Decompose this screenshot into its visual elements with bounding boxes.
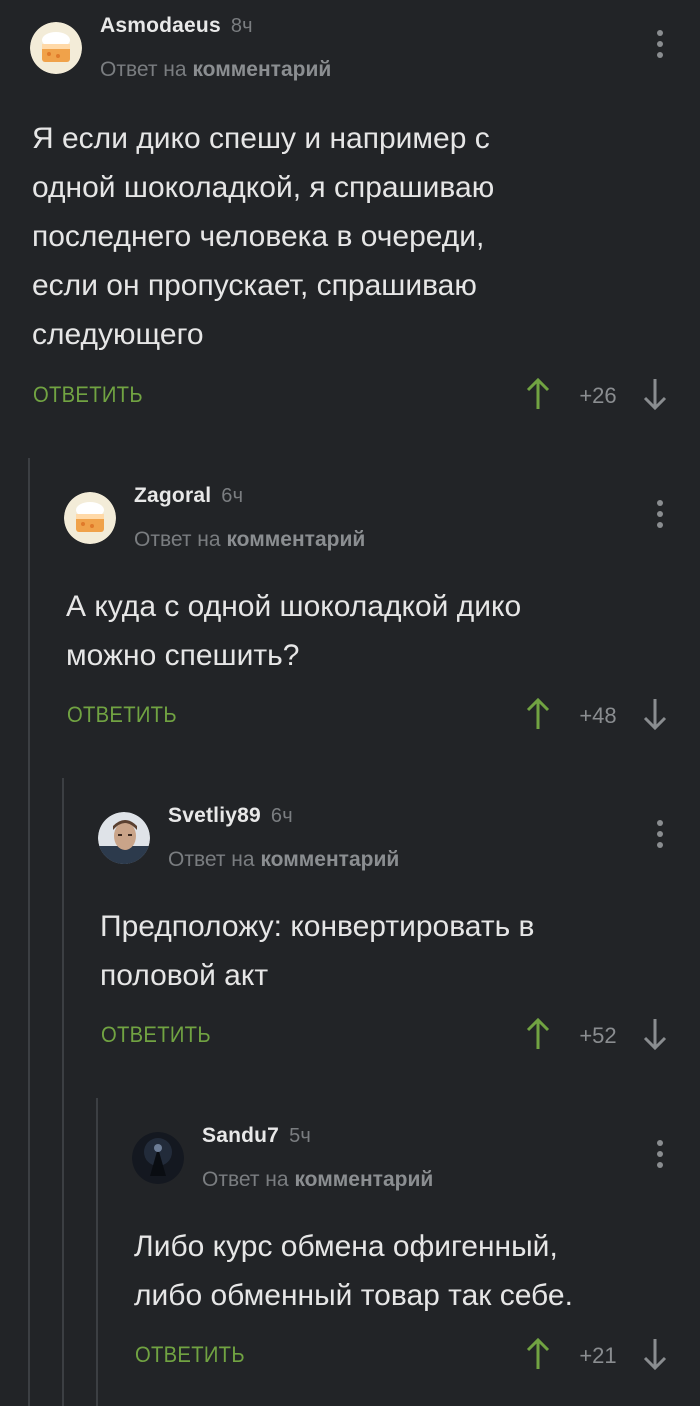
avatar[interactable] (132, 1132, 184, 1184)
timestamp: 8ч (230, 15, 253, 37)
comment: Zagoral 6ч Ответ на комментарий А куда с … (0, 470, 700, 770)
reply-to-label: Ответ на комментарий (202, 1168, 434, 1191)
reply-to-label: Ответ на комментарий (134, 528, 366, 551)
upvote-arrow-icon[interactable] (525, 697, 551, 731)
reply-button[interactable]: ОТВЕТИТЬ (135, 1342, 245, 1368)
username[interactable]: Zagoral 6ч (134, 484, 243, 508)
timestamp: 6ч (270, 805, 293, 827)
comment-text: Предположу: конвертировать в половой акт (100, 910, 535, 992)
comment-text: Либо курс обмена офигенный, либо обменны… (134, 1230, 573, 1312)
reply-to-link[interactable]: комментарий (294, 1168, 433, 1191)
avatar[interactable] (30, 22, 82, 74)
upvote-arrow-icon[interactable] (525, 1337, 551, 1371)
comment: Sandu7 5ч Ответ на комментарий Либо курс … (0, 1110, 700, 1406)
more-options-icon[interactable] (650, 1132, 670, 1172)
vote-count: +21 (579, 1343, 617, 1368)
more-options-icon[interactable] (650, 812, 670, 852)
avatar[interactable] (98, 812, 150, 864)
username[interactable]: Sandu7 5ч (202, 1124, 311, 1148)
downvote-arrow-icon[interactable] (642, 1337, 668, 1371)
comment-text: Я если дико спешу и например с одной шок… (32, 122, 495, 351)
reply-button[interactable]: ОТВЕТИТЬ (101, 1022, 211, 1048)
downvote-arrow-icon[interactable] (642, 1017, 668, 1051)
timestamp: 6ч (221, 485, 244, 507)
comment-text: А куда с одной шоколадкой дико можно спе… (66, 590, 522, 672)
reply-to-label: Ответ на комментарий (100, 58, 332, 81)
downvote-arrow-icon[interactable] (642, 377, 668, 411)
reply-to-link[interactable]: комментарий (226, 528, 365, 551)
reply-button[interactable]: ОТВЕТИТЬ (33, 382, 143, 408)
comment: Svetliy89 6ч Ответ на комментарий Предпол… (0, 790, 700, 1090)
reply-to-link[interactable]: комментарий (260, 848, 399, 871)
username[interactable]: Asmodaeus 8ч (100, 14, 253, 38)
timestamp: 5ч (289, 1125, 312, 1147)
reply-to-label: Ответ на комментарий (168, 848, 400, 871)
vote-count: +52 (579, 1023, 617, 1048)
upvote-arrow-icon[interactable] (525, 1017, 551, 1051)
upvote-arrow-icon[interactable] (525, 377, 551, 411)
reply-to-link[interactable]: комментарий (192, 58, 331, 81)
reply-button[interactable]: ОТВЕТИТЬ (67, 702, 177, 728)
comment: Asmodaeus 8ч Ответ на комментарий Я если … (0, 0, 700, 440)
username[interactable]: Svetliy89 6ч (168, 804, 293, 828)
avatar[interactable] (64, 492, 116, 544)
downvote-arrow-icon[interactable] (642, 697, 668, 731)
more-options-icon[interactable] (650, 492, 670, 532)
vote-count: +26 (579, 383, 617, 408)
more-options-icon[interactable] (650, 22, 670, 62)
vote-count: +48 (579, 703, 617, 728)
